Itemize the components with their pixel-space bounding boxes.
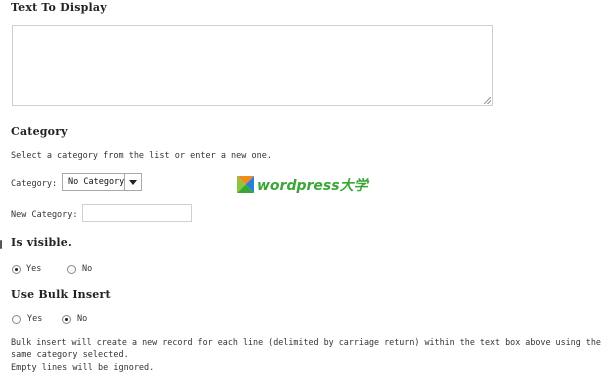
visible-no-label[interactable]: No [82, 264, 92, 274]
resize-grip-icon[interactable] [484, 97, 491, 104]
bulk-insert-heading: Use Bulk Insert [11, 288, 111, 301]
wordpress-daxue-logo-icon [237, 176, 254, 193]
new-category-input[interactable] [82, 204, 192, 222]
bulk-no-radio[interactable] [62, 315, 71, 324]
visible-no-radio[interactable] [67, 265, 76, 274]
bulk-yes-label[interactable]: Yes [27, 314, 42, 324]
is-visible-heading: Is visible. [11, 236, 73, 249]
visible-yes-label[interactable]: Yes [26, 264, 41, 274]
bulk-help-line-2: same category selected. [11, 350, 129, 360]
dropdown-button[interactable] [124, 174, 141, 190]
category-heading: Category [11, 125, 68, 138]
page: Text To Display Category Select a catego… [0, 0, 601, 372]
bulk-help-line-1: Bulk insert will create a new record for… [11, 337, 601, 347]
text-to-display-heading: Text To Display [11, 1, 107, 14]
new-category-label: New Category: [11, 210, 78, 220]
chevron-down-icon [129, 180, 137, 185]
bulk-help-line-3: Empty lines will be ignored. [11, 363, 155, 372]
category-label: Category: [11, 179, 58, 189]
display-text-area[interactable] [12, 25, 493, 106]
visible-yes-radio[interactable] [12, 265, 21, 274]
edge-marker [0, 240, 2, 249]
bulk-yes-radio[interactable] [12, 315, 21, 324]
watermark-text: wordpress大学 [257, 178, 368, 194]
category-instructions: Select a category from the list or enter… [11, 151, 272, 161]
category-select[interactable]: No Category [62, 173, 142, 191]
bulk-no-label[interactable]: No [77, 314, 87, 324]
category-selected-value: No Category [68, 177, 125, 187]
